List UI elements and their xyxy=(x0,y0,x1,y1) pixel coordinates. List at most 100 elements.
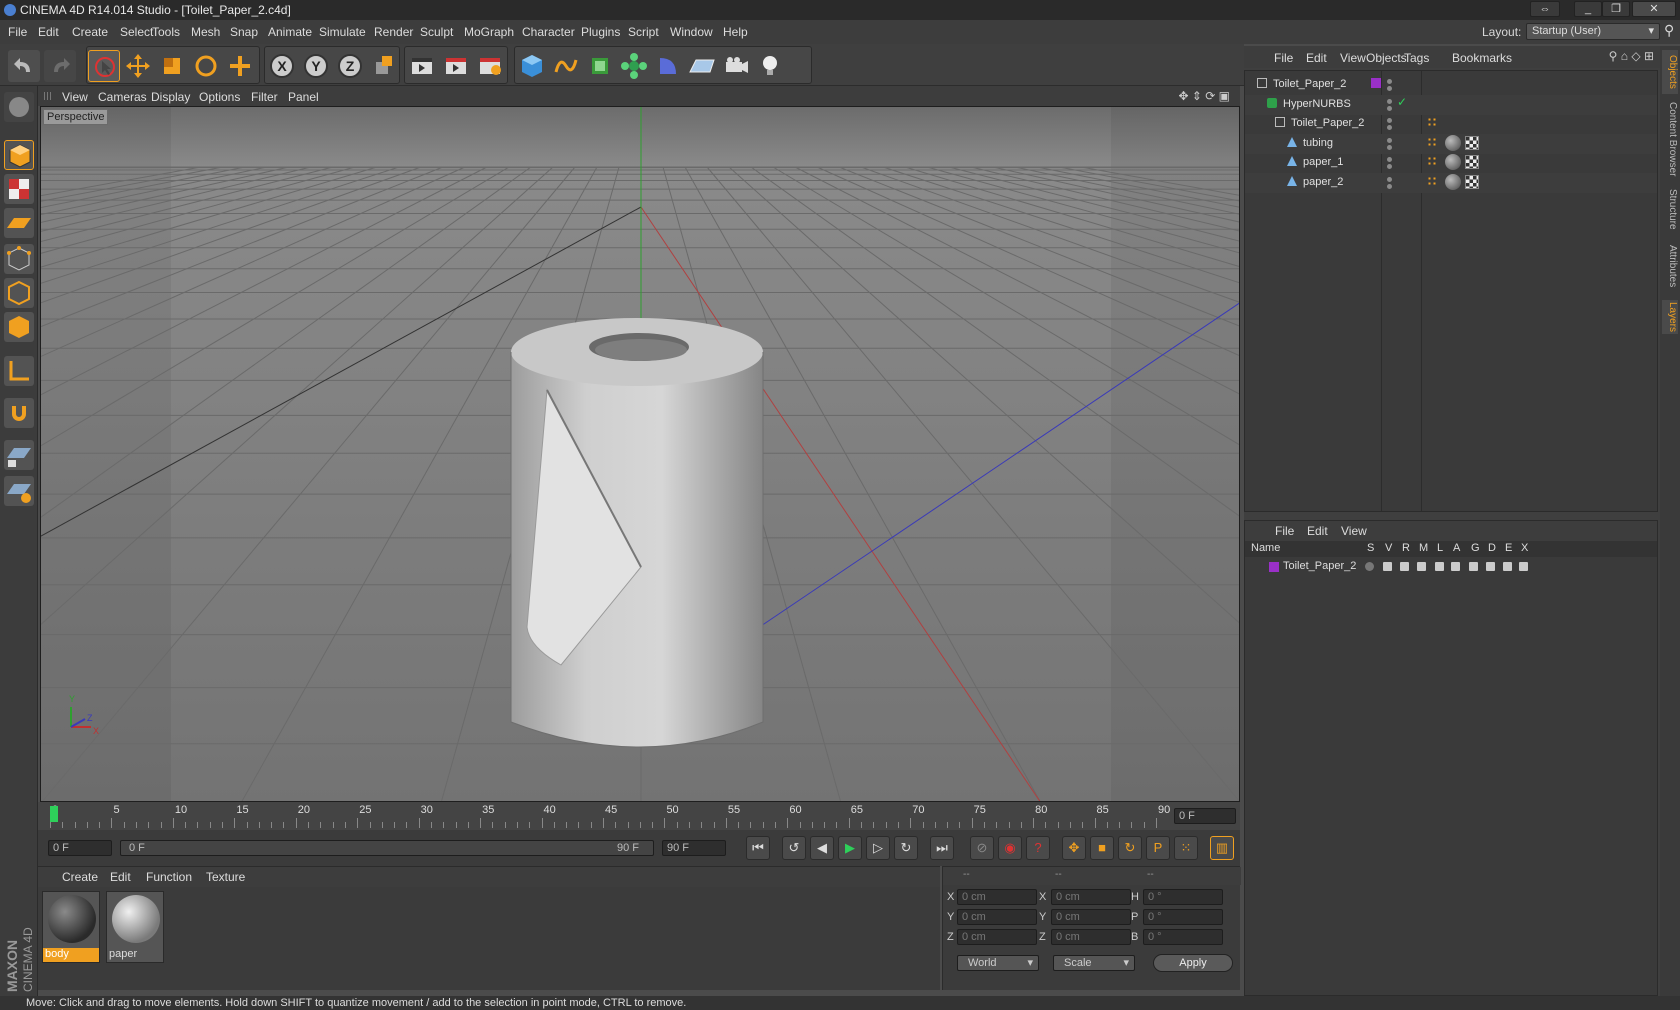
solo-icon[interactable] xyxy=(1365,562,1374,571)
layer-column-header[interactable]: Name xyxy=(1251,542,1280,554)
light-icon[interactable] xyxy=(754,50,786,82)
playhead[interactable] xyxy=(50,806,58,822)
cube-icon[interactable] xyxy=(516,50,548,82)
nurbs-icon[interactable] xyxy=(584,50,616,82)
texture-mode-icon[interactable] xyxy=(4,174,34,204)
texture-tag-icon[interactable] xyxy=(1465,174,1479,189)
menu-mesh[interactable]: Mesh xyxy=(191,25,220,39)
start-frame-field[interactable]: 0 F xyxy=(48,840,112,856)
layer-column-header[interactable]: R xyxy=(1402,542,1410,554)
layer-column-header[interactable]: X xyxy=(1521,542,1528,554)
scale-icon[interactable] xyxy=(156,50,188,82)
coord-value-field[interactable]: 0 ° xyxy=(1143,929,1223,945)
viewport-nav-icons[interactable]: ✥ ⇕ ⟳ ▣ xyxy=(1178,89,1230,103)
timeline-ruler[interactable]: 051015202530354045505560657075808590 0 F xyxy=(38,802,1240,830)
menu-character[interactable]: Character xyxy=(522,25,575,39)
layers-menu-view[interactable]: View xyxy=(1341,524,1367,538)
viewport-menu-panel[interactable]: Panel xyxy=(288,90,319,104)
workplane-lock-icon[interactable] xyxy=(4,440,34,470)
next-frame-button[interactable]: ▷ xyxy=(866,836,890,860)
phong-tag-icon[interactable] xyxy=(1427,156,1437,166)
render-dot[interactable] xyxy=(1387,183,1392,189)
material-menu-create[interactable]: Create xyxy=(62,870,98,884)
expressions-icon[interactable] xyxy=(1503,562,1512,571)
coordinate-system-icon[interactable] xyxy=(368,50,400,82)
go-to-end-button[interactable]: ⏭ xyxy=(930,836,954,860)
menu-render[interactable]: Render xyxy=(374,25,413,39)
live-selection-icon[interactable] xyxy=(88,50,120,82)
layer-column-header[interactable]: V xyxy=(1385,542,1392,554)
menu-animate[interactable]: Animate xyxy=(268,25,312,39)
previous-frame-button[interactable]: ◀ xyxy=(810,836,834,860)
visibility-dot[interactable] xyxy=(1387,176,1392,182)
material-menu-function[interactable]: Function xyxy=(146,870,192,884)
material-swatch[interactable]: paper xyxy=(106,891,164,963)
resize-icon[interactable]: ⇔ xyxy=(1530,1,1560,17)
material-swatch[interactable]: body xyxy=(42,891,100,963)
close-button[interactable]: ✕ xyxy=(1632,1,1676,17)
layer-column-header[interactable]: L xyxy=(1437,542,1443,554)
frame-range-slider[interactable]: 0 F 90 F xyxy=(120,840,654,856)
points-mode-icon[interactable] xyxy=(4,244,34,274)
make-editable-icon[interactable] xyxy=(4,92,34,122)
render-view-icon[interactable] xyxy=(406,50,438,82)
coord-value-field[interactable]: 0 cm xyxy=(957,889,1037,905)
side-tab-objects[interactable]: Objects xyxy=(1662,50,1678,94)
deformer-icon[interactable] xyxy=(652,50,684,82)
deformers-icon[interactable] xyxy=(1486,562,1495,571)
maximize-button[interactable]: ❐ xyxy=(1602,1,1630,17)
layer-color-swatch[interactable] xyxy=(1269,562,1279,572)
material-tag-icon[interactable] xyxy=(1445,134,1461,151)
end-frame-field[interactable]: 90 F xyxy=(662,840,726,856)
coord-value-field[interactable]: 0 cm xyxy=(957,909,1037,925)
viewport-menu-display[interactable]: Display xyxy=(151,90,190,104)
menu-edit[interactable]: Edit xyxy=(38,25,59,39)
viewport-menu-filter[interactable]: Filter xyxy=(251,90,278,104)
texture-tag-icon[interactable] xyxy=(1465,155,1479,169)
snap-magnet-icon[interactable] xyxy=(4,398,34,428)
layer-column-header[interactable]: G xyxy=(1471,542,1480,554)
menu-snap[interactable]: Snap xyxy=(230,25,258,39)
menu-sculpt[interactable]: Sculpt xyxy=(420,25,453,39)
layers-menu-edit[interactable]: Edit xyxy=(1307,524,1328,538)
workplane-icon[interactable] xyxy=(4,208,34,238)
material-menu-edit[interactable]: Edit xyxy=(110,870,131,884)
layers-menu-file[interactable]: File xyxy=(1275,524,1294,538)
key-position-icon[interactable]: ✥ xyxy=(1062,836,1086,860)
object-row[interactable]: tubing xyxy=(1245,133,1657,154)
menu-plugins[interactable]: Plugins xyxy=(581,25,620,39)
layer-column-header[interactable]: E xyxy=(1505,542,1512,554)
render-icon[interactable] xyxy=(1400,562,1409,571)
view-icon[interactable] xyxy=(1383,562,1392,571)
layer-row[interactable]: Toilet_Paper_2 xyxy=(1245,559,1657,575)
perspective-viewport[interactable]: Y X Z Perspective xyxy=(40,106,1240,802)
enabled-check-icon[interactable]: ✓ xyxy=(1397,95,1407,109)
camera-icon[interactable] xyxy=(720,50,752,82)
record-keys-button[interactable]: ⊘ xyxy=(970,836,994,860)
phong-tag-icon[interactable] xyxy=(1427,117,1437,127)
apply-button[interactable]: Apply xyxy=(1153,954,1233,972)
objects-menu-bookmarks[interactable]: Bookmarks xyxy=(1452,51,1512,65)
layer-column-header[interactable]: A xyxy=(1453,542,1460,554)
object-row[interactable]: Toilet_Paper_2 xyxy=(1245,114,1657,134)
menu-window[interactable]: Window xyxy=(670,25,713,39)
manager-icon[interactable] xyxy=(1417,562,1426,571)
material-tag-icon[interactable] xyxy=(1445,173,1461,190)
viewport-menu-options[interactable]: Options xyxy=(199,90,240,104)
y-axis-lock-icon[interactable]: Y xyxy=(300,50,332,82)
undo-button[interactable] xyxy=(8,50,40,82)
timeline-icon[interactable]: ▥ xyxy=(1210,836,1234,860)
texture-tag-icon[interactable] xyxy=(1465,135,1479,150)
objects-menu-objects[interactable]: Objects xyxy=(1366,51,1407,65)
menu-simulate[interactable]: Simulate xyxy=(319,25,366,39)
coord-value-field[interactable]: 0 ° xyxy=(1143,909,1223,925)
layout-dropdown[interactable]: Startup (User) ▾ xyxy=(1526,23,1660,40)
edges-mode-icon[interactable] xyxy=(4,278,34,308)
phong-tag-icon[interactable] xyxy=(1427,175,1437,186)
model-mode-icon[interactable] xyxy=(4,140,34,170)
play-button[interactable]: ▶ xyxy=(838,836,862,860)
visibility-dot[interactable] xyxy=(1387,137,1392,143)
menu-create[interactable]: Create xyxy=(72,25,108,39)
current-frame-field[interactable]: 0 F xyxy=(1174,808,1236,824)
generators-icon[interactable] xyxy=(1469,562,1478,571)
